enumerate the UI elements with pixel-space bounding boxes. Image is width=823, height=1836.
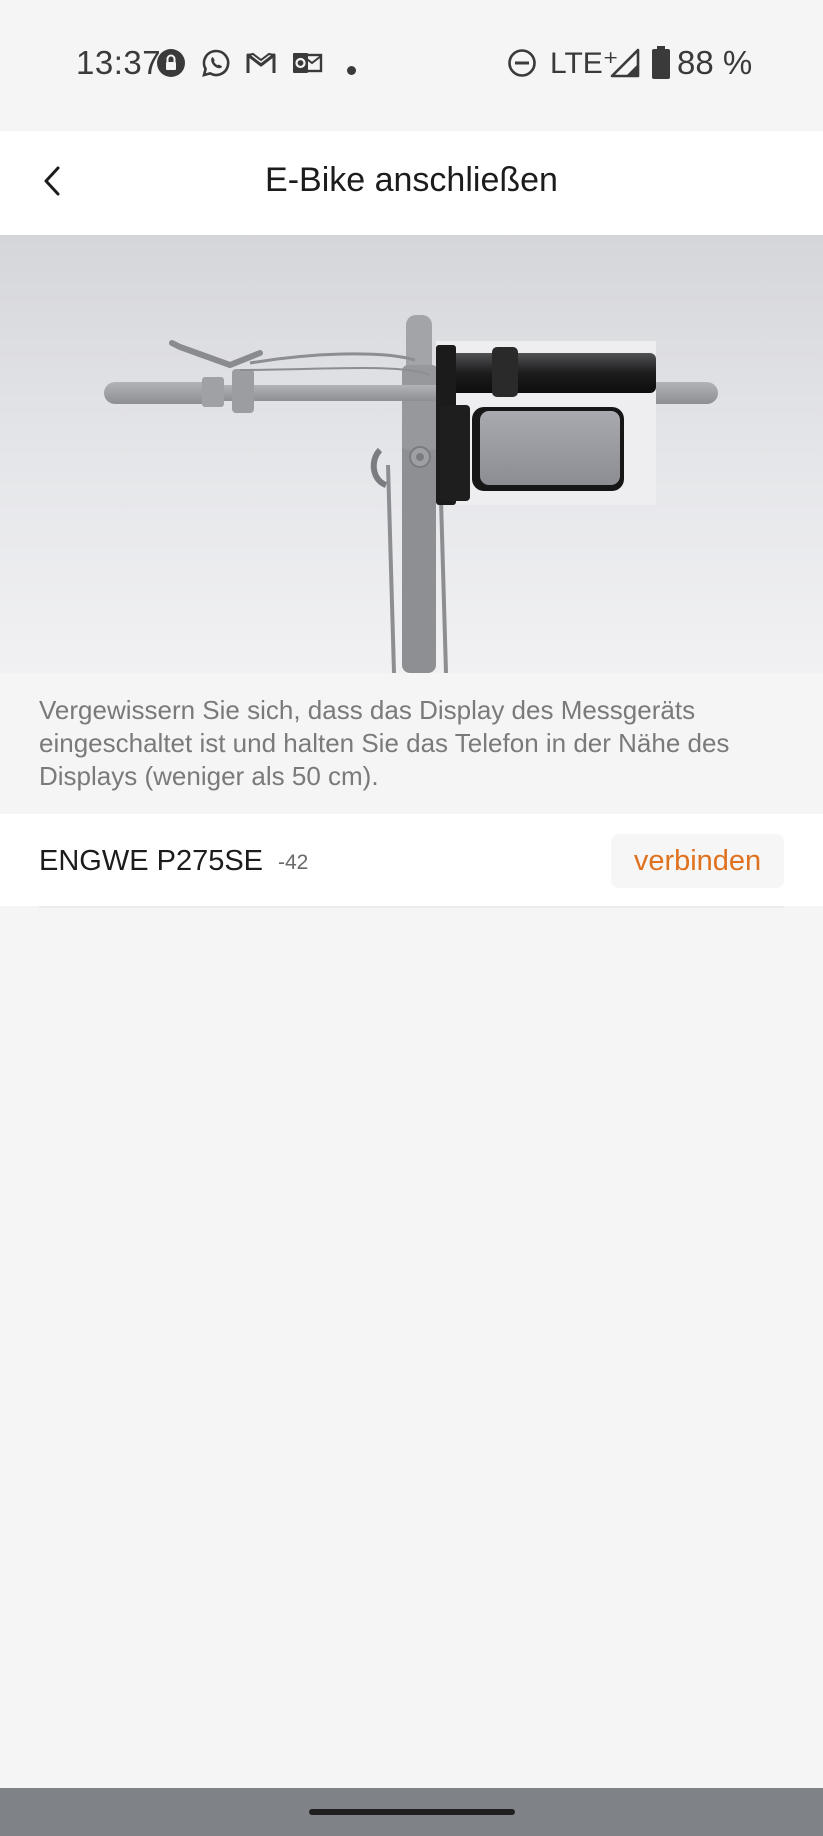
app-header: E-Bike anschließen xyxy=(0,131,823,235)
navigation-bar xyxy=(0,1788,823,1836)
ebike-handlebar-illustration xyxy=(0,235,823,673)
signal-icon xyxy=(610,48,640,83)
connect-button[interactable]: verbinden xyxy=(611,834,784,888)
device-list: ENGWE P275SE -42 verbinden xyxy=(0,814,823,908)
outlook-icon xyxy=(291,48,323,83)
list-item: ENGWE P275SE -42 verbinden xyxy=(39,814,784,908)
device-name: ENGWE P275SE xyxy=(39,845,264,877)
page-title: E-Bike anschließen xyxy=(265,161,558,199)
dot-icon xyxy=(347,62,356,80)
vpn-lock-icon xyxy=(156,48,186,83)
signal-strength: -42 xyxy=(278,851,309,874)
home-indicator[interactable] xyxy=(309,1809,515,1815)
status-time: 13:37 xyxy=(76,44,162,81)
whatsapp-icon xyxy=(201,48,231,83)
battery-level: 88 % xyxy=(677,44,753,81)
network-type: LTE⁺ xyxy=(550,47,619,80)
status-bar: 13:37 LTE⁺ 88 % xyxy=(0,0,823,131)
battery-icon xyxy=(651,46,671,85)
connection-instructions: Vergewissern Sie sich, dass das Display … xyxy=(39,695,730,791)
do-not-disturb-icon xyxy=(507,48,537,83)
gmail-icon xyxy=(245,48,277,83)
